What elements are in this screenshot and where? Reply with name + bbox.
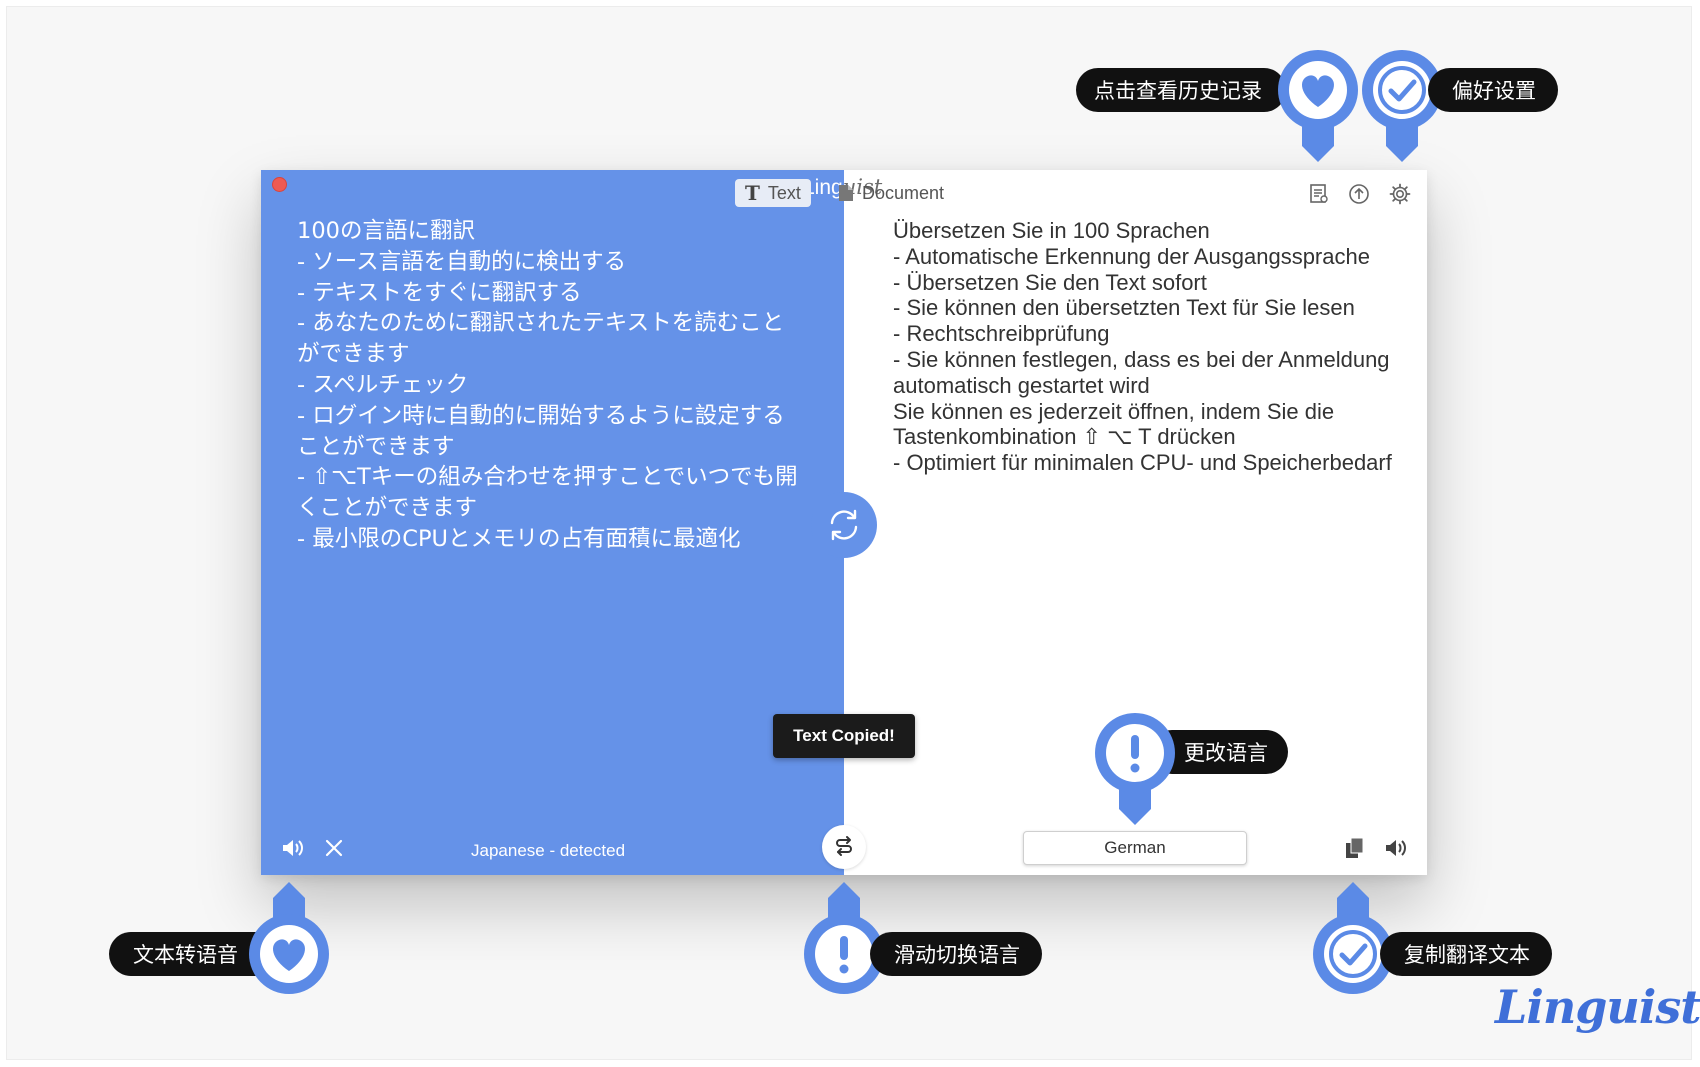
callout-swipe-switch: 滑动切换语言 xyxy=(870,932,1042,976)
exclamation-icon xyxy=(840,936,848,960)
switch-language-button[interactable] xyxy=(822,825,866,869)
callout-copy-translation: 复制翻译文本 xyxy=(1380,932,1552,976)
share-icon[interactable] xyxy=(1347,182,1371,206)
linguist-logo: Linguist xyxy=(1495,980,1700,1034)
callout-text-to-speech-label: 文本转语音 xyxy=(133,943,238,967)
tab-text[interactable]: T Text xyxy=(735,179,811,207)
callout-change-language-label: 更改语言 xyxy=(1184,741,1268,765)
tab-document-label: Document xyxy=(862,182,945,203)
tab-document[interactable]: Document xyxy=(828,179,954,207)
tab-text-label: Text xyxy=(767,182,801,203)
preferences-marker xyxy=(1362,50,1442,165)
history-marker xyxy=(1278,50,1358,165)
callout-preferences-label: 偏好设置 xyxy=(1452,79,1536,103)
switch-icon xyxy=(836,836,852,856)
copy-translation-marker xyxy=(1313,882,1393,994)
callout-history-label: 点击查看历史记录 xyxy=(1094,79,1262,103)
document-icon xyxy=(839,185,853,201)
copy-icon[interactable] xyxy=(1342,835,1368,861)
swap-languages-button[interactable] xyxy=(811,492,877,558)
text-tab-icon: T xyxy=(745,181,760,205)
callout-swipe-switch-label: 滑动切换语言 xyxy=(894,943,1020,967)
clear-icon[interactable] xyxy=(321,835,347,861)
close-window-button[interactable] xyxy=(272,177,287,192)
source-pane[interactable]: 100の言語に翻訳 - ソース言語を自動的に検出する - テキストをすぐに翻訳す… xyxy=(261,170,844,875)
text-to-speech-marker xyxy=(249,882,329,994)
exclamation-icon xyxy=(1131,735,1139,759)
target-language-select[interactable]: German xyxy=(1023,831,1247,865)
callout-preferences: 偏好设置 xyxy=(1428,68,1558,112)
callout-copy-translation-label: 复制翻译文本 xyxy=(1404,943,1530,967)
refresh-icon xyxy=(830,509,858,541)
callout-history: 点击查看历史记录 xyxy=(1076,68,1286,112)
speaker-icon[interactable] xyxy=(279,835,305,861)
swipe-switch-marker xyxy=(804,882,884,994)
gear-icon[interactable] xyxy=(1388,182,1412,206)
translated-text[interactable]: Übersetzen Sie in 100 Sprachen - Automat… xyxy=(893,218,1413,476)
source-language-label: Japanese - detected xyxy=(471,841,626,860)
source-text[interactable]: 100の言語に翻訳 - ソース言語を自動的に検出する - テキストをすぐに翻訳す… xyxy=(297,216,817,555)
speaker-icon[interactable] xyxy=(1382,835,1408,861)
text-copied-toast: Text Copied! xyxy=(773,714,915,758)
change-language-marker xyxy=(1095,713,1175,828)
history-icon[interactable] xyxy=(1307,182,1331,206)
